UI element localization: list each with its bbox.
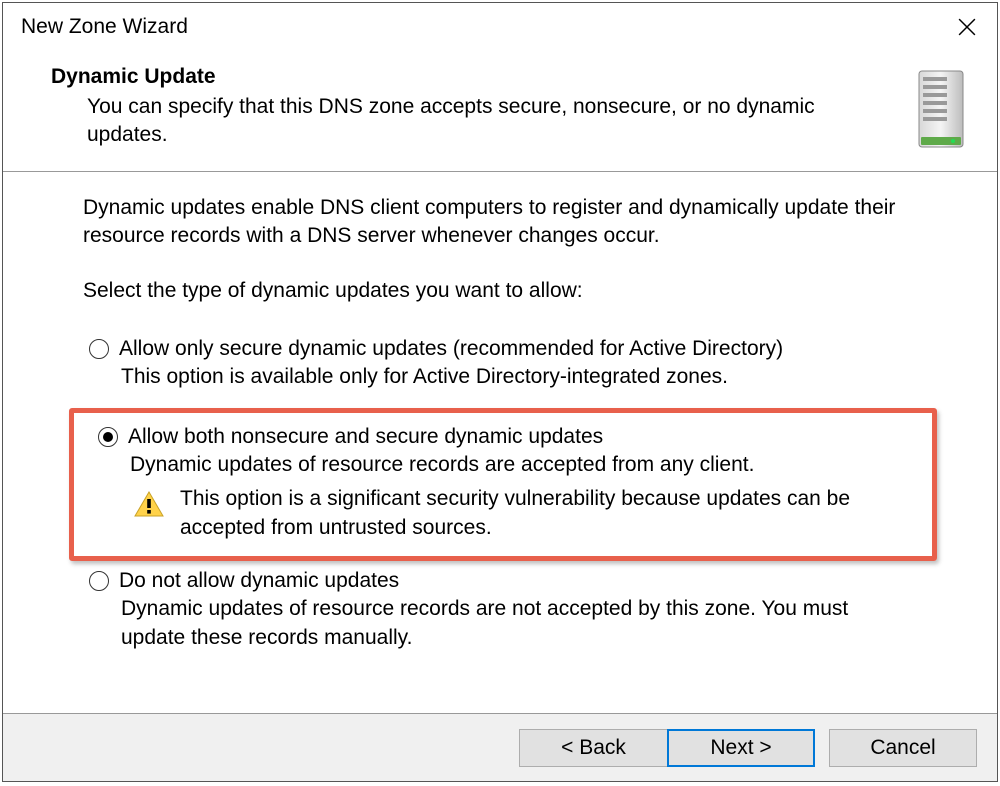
wizard-window: New Zone Wizard Dynamic Update You can s… bbox=[2, 2, 998, 782]
radio-description: Dynamic updates of resource records are … bbox=[89, 595, 917, 652]
wizard-footer: < Back Next > Cancel bbox=[3, 713, 997, 781]
close-icon bbox=[958, 18, 976, 36]
radio-label: Allow only secure dynamic updates (recom… bbox=[119, 335, 783, 363]
close-button[interactable] bbox=[947, 7, 987, 47]
radio-button[interactable] bbox=[89, 571, 109, 591]
radio-option-secure-only: Allow only secure dynamic updates (recom… bbox=[89, 335, 917, 392]
wizard-header: Dynamic Update You can specify that this… bbox=[3, 51, 997, 172]
select-prompt: Select the type of dynamic updates you w… bbox=[83, 277, 917, 305]
radio-row[interactable]: Allow both nonsecure and secure dynamic … bbox=[84, 423, 922, 451]
radio-description: This option is available only for Active… bbox=[89, 363, 917, 391]
radio-description: Dynamic updates of resource records are … bbox=[84, 451, 922, 479]
radio-row[interactable]: Do not allow dynamic updates bbox=[89, 567, 917, 595]
warning-icon bbox=[134, 491, 164, 517]
page-subtitle: You can specify that this DNS zone accep… bbox=[51, 93, 893, 150]
cancel-button[interactable]: Cancel bbox=[829, 729, 977, 767]
radio-button[interactable] bbox=[98, 427, 118, 447]
back-button[interactable]: < Back bbox=[519, 729, 667, 767]
radio-label: Do not allow dynamic updates bbox=[119, 567, 399, 595]
radio-row[interactable]: Allow only secure dynamic updates (recom… bbox=[89, 335, 917, 363]
radio-label: Allow both nonsecure and secure dynamic … bbox=[128, 423, 603, 451]
next-button[interactable]: Next > bbox=[667, 729, 815, 767]
server-icon bbox=[913, 65, 969, 153]
radio-group: Allow only secure dynamic updates (recom… bbox=[83, 335, 917, 652]
intro-text: Dynamic updates enable DNS client comput… bbox=[83, 194, 917, 251]
warning-text: This option is a significant security vu… bbox=[180, 485, 922, 542]
radio-option-both: Allow both nonsecure and secure dynamic … bbox=[84, 423, 922, 542]
window-title: New Zone Wizard bbox=[21, 15, 188, 39]
nav-button-group: < Back Next > bbox=[519, 729, 815, 767]
radio-button[interactable] bbox=[89, 339, 109, 359]
header-text: Dynamic Update You can specify that this… bbox=[51, 65, 913, 150]
radio-warning: This option is a significant security vu… bbox=[84, 485, 922, 542]
wizard-content: Dynamic updates enable DNS client comput… bbox=[3, 172, 997, 713]
page-title: Dynamic Update bbox=[51, 65, 893, 89]
titlebar: New Zone Wizard bbox=[3, 3, 997, 51]
radio-option-none: Do not allow dynamic updates Dynamic upd… bbox=[89, 567, 917, 652]
highlighted-option: Allow both nonsecure and secure dynamic … bbox=[69, 408, 937, 561]
